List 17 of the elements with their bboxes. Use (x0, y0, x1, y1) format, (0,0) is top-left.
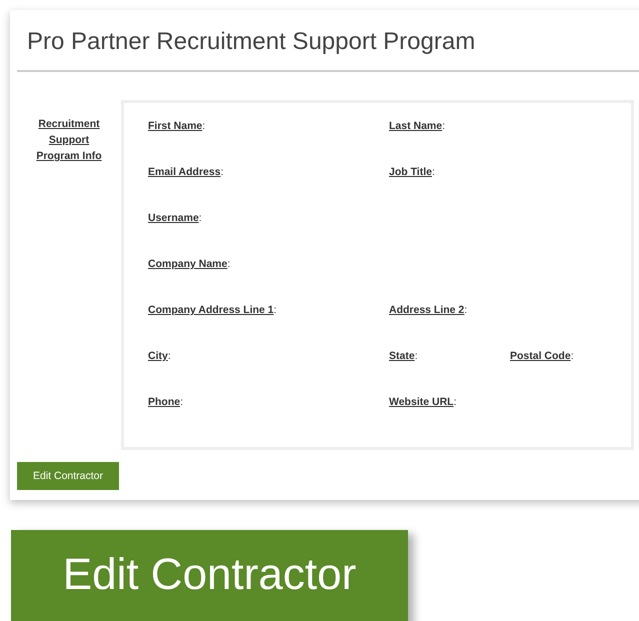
field-label: State: (389, 349, 419, 364)
field-label: Job Title: (389, 165, 436, 180)
field-label: Company Name: (148, 257, 232, 272)
field-label: Last Name: (389, 119, 446, 134)
field-label: First Name: (148, 119, 206, 134)
field-label: Phone: (148, 395, 184, 410)
field-label: City: (148, 349, 172, 364)
field-label: Postal Code: (510, 349, 575, 364)
field-label: Website URL: (389, 395, 458, 410)
field-label: Address Line 2: (389, 303, 468, 318)
page-title: Pro Partner Recruitment Support Program (27, 27, 476, 57)
program-info-link[interactable]: Recruitment Support Program Info (29, 116, 109, 164)
field-label: Username: (148, 211, 203, 226)
edit-contractor-button[interactable]: Edit Contractor (17, 462, 119, 490)
field-label: Email Address: (148, 165, 224, 180)
edit-contractor-button[interactable]: Edit Contractor (11, 530, 408, 621)
field-label: Company Address Line 1: (148, 303, 278, 318)
